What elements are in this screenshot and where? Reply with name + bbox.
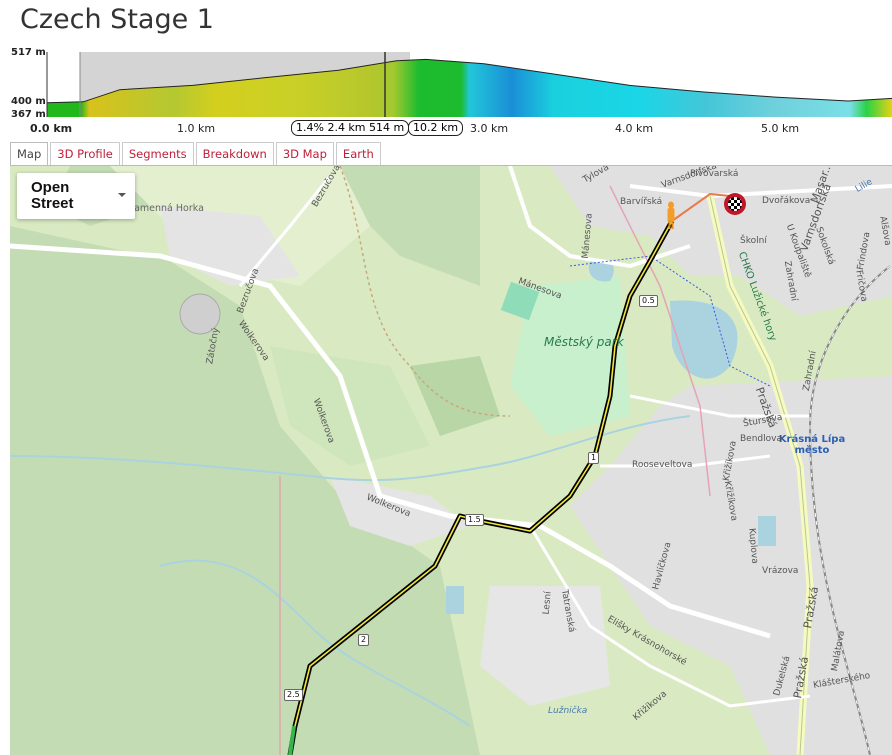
x-label-5: 5.0 km — [761, 122, 800, 135]
label-skolni: Školní — [740, 236, 767, 246]
chevron-down-icon — [118, 193, 126, 197]
y-label-bottom: 367 m — [11, 109, 46, 120]
pool — [758, 516, 776, 546]
x-label-4: 4.0 km — [615, 122, 654, 135]
label-barvirska: Barvířská — [620, 197, 663, 207]
segment-chip: 1.4% 2.4 km 514 m — [291, 120, 410, 136]
tab-breakdown[interactable]: Breakdown — [195, 142, 274, 166]
page-title: Czech Stage 1 — [20, 4, 214, 35]
label-bendlova: Bendlova — [740, 434, 782, 444]
x-label-3: 3.0 km — [470, 122, 509, 135]
map-layer-select[interactable]: Open Street — [17, 173, 135, 219]
pond-south — [446, 586, 464, 614]
label-kamenna-horka: Kamenná Horka — [128, 203, 204, 214]
label-lesni: Lesní — [541, 590, 554, 616]
map-view[interactable]: Kamenná Horka Městský park Krásná Lípa m… — [10, 165, 892, 755]
km-marker-1-5: 1.5 — [465, 514, 484, 526]
label-dvorakova: Dvořákova — [762, 196, 811, 206]
label-mestsky-park: Městský park — [544, 335, 624, 349]
km-marker-1: 1 — [588, 452, 600, 464]
map-layer-label: Open Street — [31, 179, 74, 212]
km-marker-2: 2 — [358, 634, 370, 646]
pegman-icon[interactable] — [666, 201, 676, 231]
km-marker-2-5: 2.5 — [284, 689, 303, 701]
y-label-mid: 400 m — [11, 96, 46, 107]
x-label-1: 1.0 km — [177, 122, 216, 135]
tab-map[interactable]: Map — [10, 142, 49, 166]
km-marker-0-5: 0.5 — [639, 295, 658, 307]
view-tabs: Map 3D Profile Segments Breakdown 3D Map… — [10, 142, 383, 166]
y-label-top: 517 m — [11, 47, 46, 58]
map-canvas[interactable] — [10, 166, 892, 755]
label-vrazova: Vrázova — [762, 566, 799, 576]
tab-earth[interactable]: Earth — [335, 142, 381, 166]
distance-chip: 10.2 km — [408, 120, 464, 136]
tab-segments[interactable]: Segments — [121, 142, 194, 166]
label-luznicka: Lužnička — [548, 706, 588, 716]
checkered-flag-icon — [728, 197, 742, 211]
finish-flag-icon[interactable] — [724, 193, 746, 215]
label-krasna-lipa: Krásná Lípa město — [778, 434, 846, 456]
tab-3d-map[interactable]: 3D Map — [275, 142, 334, 166]
label-rooseveltova: Rooseveltova — [632, 460, 693, 470]
tab-3d-profile[interactable]: 3D Profile — [50, 142, 120, 166]
x-label-0: 0.0 km — [30, 122, 73, 135]
